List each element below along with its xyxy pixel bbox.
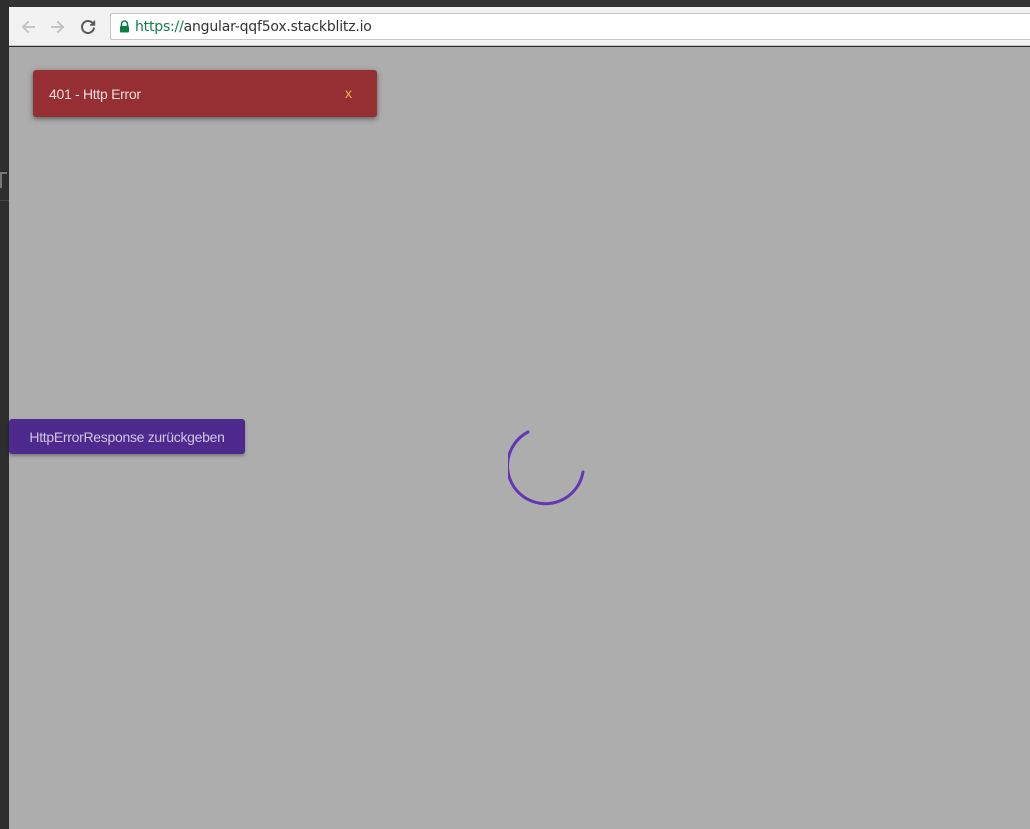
toast-close-button[interactable]: x bbox=[345, 85, 352, 101]
reload-button[interactable] bbox=[77, 16, 99, 38]
url-scheme: https:// bbox=[135, 18, 184, 35]
back-button[interactable] bbox=[17, 16, 39, 38]
window-top-bar bbox=[9, 0, 1030, 7]
toast-message: 401 - Http Error bbox=[49, 85, 141, 102]
arrow-right-icon bbox=[51, 20, 65, 34]
reload-icon bbox=[81, 20, 96, 34]
loading-spinner bbox=[506, 429, 590, 511]
lock-icon bbox=[118, 20, 130, 34]
browser-toolbar: https://angular-qqf5ox.stackblitz.io bbox=[9, 7, 1030, 46]
page-overlay: 401 - Http Error x HttpErrorResponse zur… bbox=[9, 47, 1030, 829]
spinner-icon bbox=[506, 430, 585, 506]
screen: https://angular-qqf5ox.stackblitz.io 401… bbox=[0, 0, 1030, 829]
arrow-left-icon bbox=[21, 20, 35, 34]
error-toast: 401 - Http Error x bbox=[33, 70, 377, 117]
http-error-response-button[interactable]: HttpErrorResponse zurückgeben bbox=[9, 419, 245, 454]
url-host: angular-qqf5ox.stackblitz.io bbox=[183, 18, 372, 35]
url-text: https://angular-qqf5ox.stackblitz.io bbox=[135, 19, 372, 35]
editor-edge bbox=[0, 0, 9, 829]
editor-edge-mark bbox=[0, 174, 2, 188]
forward-button[interactable] bbox=[47, 16, 69, 38]
address-bar[interactable]: https://angular-qqf5ox.stackblitz.io bbox=[110, 13, 1030, 40]
editor-edge-divider bbox=[0, 200, 9, 201]
